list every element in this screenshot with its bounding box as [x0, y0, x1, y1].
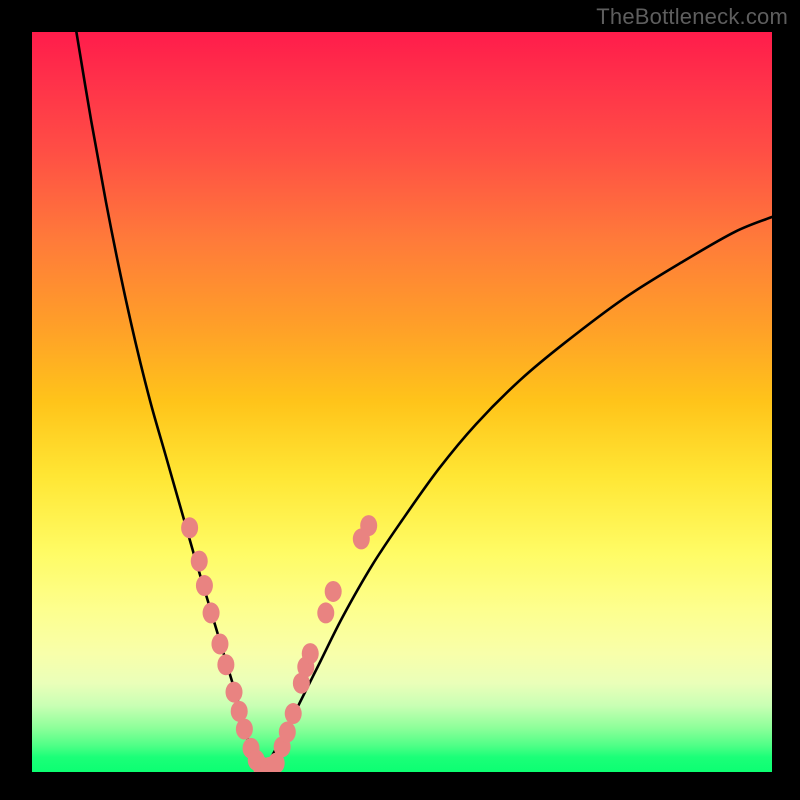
data-point	[203, 602, 220, 623]
data-point	[317, 602, 334, 623]
data-point	[279, 722, 296, 743]
scatter-points	[181, 515, 377, 772]
data-point	[211, 633, 228, 654]
data-point	[302, 643, 319, 664]
data-point	[181, 517, 198, 538]
data-point	[217, 654, 234, 675]
data-point	[360, 515, 377, 536]
data-point	[226, 682, 243, 703]
chart-stage: TheBottleneck.com	[0, 0, 800, 800]
data-point	[236, 719, 253, 740]
watermark-text: TheBottleneck.com	[596, 4, 788, 30]
data-point	[191, 551, 208, 572]
curve-left-branch	[76, 32, 261, 768]
data-point	[325, 581, 342, 602]
curve-right-branch	[261, 217, 772, 768]
data-point	[285, 703, 302, 724]
data-point	[196, 575, 213, 596]
curve-layer	[32, 32, 772, 772]
plot-area	[32, 32, 772, 772]
